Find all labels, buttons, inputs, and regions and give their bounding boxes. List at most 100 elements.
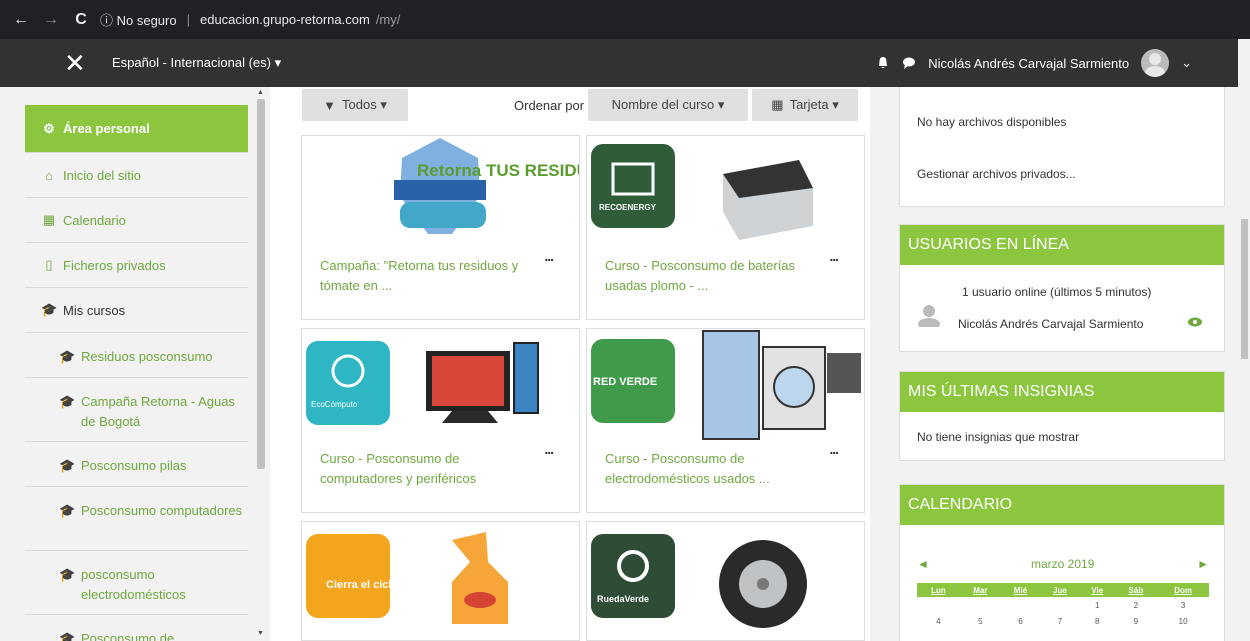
svg-text:RuedaVerde: RuedaVerde — [597, 594, 649, 604]
nav-item-calendario[interactable]: ▦ Calendario — [25, 198, 248, 243]
address-bar[interactable]: ⓘ No seguro | educacion.grupo-retorna.co… — [100, 10, 400, 29]
nav-item-label: Posconsumo de — [81, 631, 175, 641]
calendar-day[interactable] — [1040, 597, 1080, 613]
course-overview: ▼ Todos ▾ Ordenar por Nombre del curso ▾… — [270, 87, 870, 641]
course-card[interactable]: RuedaVerde ... — [586, 521, 865, 641]
weekday-header: Mié — [1001, 583, 1040, 597]
manage-files-link[interactable]: Gestionar archivos privados... — [900, 167, 1076, 181]
badges-block: MIS ÚLTIMAS INSIGNIAS No tiene insignias… — [899, 371, 1225, 461]
prev-month-icon[interactable]: ◄ — [917, 557, 929, 571]
sort-button[interactable]: Nombre del curso ▾ — [588, 89, 748, 121]
calendar-day[interactable]: 4 — [917, 613, 960, 629]
svg-text:EcoCómputo: EcoCómputo — [311, 400, 358, 409]
bell-icon[interactable] — [876, 56, 890, 70]
nav-item-label: Calendario — [63, 212, 126, 228]
graduation-cap-icon: 🎓 — [59, 503, 76, 518]
chevron-down-icon[interactable]: ⌄ — [1181, 55, 1192, 71]
nav-course-electrodomesticos[interactable]: 🎓 posconsumo electrodomésticos — [25, 551, 248, 615]
view-button[interactable]: ▦ Tarjeta ▾ — [752, 89, 858, 121]
chat-icon[interactable] — [902, 56, 916, 70]
next-month-icon[interactable]: ► — [1197, 557, 1209, 571]
graduation-cap-icon: 🎓 — [59, 458, 76, 473]
private-files-block: No hay archivos disponibles Gestionar ar… — [899, 87, 1225, 207]
calendar-day[interactable]: 9 — [1115, 613, 1158, 629]
nav-course-campana[interactable]: 🎓 Campaña Retorna - Aguas de Bogotá — [25, 378, 248, 442]
security-label[interactable]: ⓘ No seguro — [100, 10, 177, 29]
course-image: RECOENERGY — [591, 144, 813, 240]
page-scrollbar[interactable] — [1238, 39, 1250, 641]
svg-text:Cierra el ciclo: Cierra el ciclo — [326, 579, 398, 591]
avatar[interactable] — [1141, 49, 1170, 77]
course-menu-button[interactable]: ... — [544, 248, 554, 264]
nav-item-label: Posconsumo pilas — [81, 458, 187, 473]
no-badges-text: No tiene insignias que mostrar — [917, 430, 1080, 444]
sort-label: Ordenar por — [514, 97, 585, 113]
course-menu-button[interactable]: ... — [544, 634, 554, 640]
weekday-header: Dom — [1157, 583, 1209, 597]
nav-item-label: Campaña Retorna - Aguas de Bogotá — [81, 394, 235, 429]
course-card[interactable]: Retorna TUS RESIDUOS ... Campaña: "Retor… — [301, 135, 580, 320]
forward-icon[interactable]: → — [40, 11, 62, 29]
sidebar-scrollbar[interactable]: ▲ ▼ — [255, 87, 267, 641]
nav-course-pilas[interactable]: 🎓 Posconsumo pilas — [25, 442, 248, 487]
course-image: RED VERDE — [591, 330, 861, 440]
filter-all-button[interactable]: ▼ Todos ▾ — [302, 89, 408, 121]
calendar-day[interactable]: 7 — [1040, 613, 1080, 629]
online-count-text: 1 usuario online (últimos 5 minutos) — [962, 285, 1152, 299]
course-title[interactable]: Campaña: "Retorna tus residuos y tómate … — [320, 256, 535, 296]
calendar-day[interactable]: 2 — [1115, 597, 1158, 613]
language-menu[interactable]: Español - Internacional (es) ▾ — [112, 55, 281, 71]
svg-text:RED VERDE: RED VERDE — [593, 376, 657, 388]
nav-item-inicio[interactable]: ⌂ Inicio del sitio — [25, 153, 248, 198]
course-title[interactable]: Curso - Posconsumo de electrodomésticos … — [605, 449, 820, 489]
scroll-up-icon[interactable]: ▲ — [257, 89, 264, 96]
close-drawer-icon[interactable]: ✕ — [64, 48, 86, 79]
nav-item-ficheros[interactable]: ▯ Ficheros privados — [25, 243, 248, 288]
svg-text:RECOENERGY: RECOENERGY — [599, 203, 657, 212]
grid-icon: ▦ — [771, 97, 784, 112]
weekday-header: Sáb — [1114, 583, 1158, 597]
scroll-down-icon[interactable]: ▼ — [257, 630, 264, 637]
eye-icon[interactable] — [1188, 317, 1202, 327]
calendar-block: CALENDARIO ◄ marzo 2019 ► Lun Mar Mié Ju… — [899, 484, 1225, 641]
nav-item-area-personal[interactable]: ⚙ Área personal — [25, 105, 248, 153]
back-icon[interactable]: ← — [10, 11, 32, 29]
nav-item-label: Residuos posconsumo — [81, 349, 213, 364]
calendar-day[interactable]: 6 — [1001, 613, 1040, 629]
course-menu-button[interactable]: ... — [544, 441, 554, 457]
reload-icon[interactable]: C — [70, 11, 92, 29]
user-name[interactable]: Nicolás Andrés Carvajal Sarmiento — [928, 56, 1129, 71]
dashboard-icon: ⚙ — [43, 120, 55, 136]
course-image: Retorna TUS RESIDUOS — [394, 138, 579, 234]
calendar-day[interactable]: 8 — [1080, 613, 1115, 629]
nav-course-residuos[interactable]: 🎓 Residuos posconsumo — [25, 333, 248, 378]
course-card[interactable]: RED VERDE ... Curso - Posconsumo de elec… — [586, 328, 865, 513]
nav-item-mis-cursos[interactable]: 🎓 Mis cursos — [25, 288, 248, 333]
nav-item-label: Mis cursos — [63, 302, 126, 318]
month-label: marzo 2019 — [1031, 557, 1095, 571]
calendar-day[interactable] — [960, 597, 1001, 613]
calendar-day[interactable]: 5 — [960, 613, 1001, 629]
weekday-header: Vie — [1080, 583, 1115, 597]
course-title[interactable]: Curso - Posconsumo de baterías usadas pl… — [605, 256, 820, 296]
nav-course-computadores[interactable]: 🎓 Posconsumo computadores — [25, 487, 248, 551]
calendar-day[interactable]: 3 — [1157, 597, 1209, 613]
calendar-day[interactable]: 10 — [1157, 613, 1209, 629]
course-card[interactable]: Cierra el ciclo ... — [301, 521, 580, 641]
calendar-day[interactable]: 1 — [1080, 597, 1115, 613]
course-card[interactable]: EcoCómputo ... Curso - Posconsumo de com… — [301, 328, 580, 513]
browser-toolbar: ← → C ⓘ No seguro | educacion.grupo-reto… — [0, 0, 1250, 641]
online-user-link[interactable]: Nicolás Andrés Carvajal Sarmiento — [941, 317, 1143, 331]
course-menu-button[interactable]: ... — [829, 634, 839, 640]
graduation-cap-icon: 🎓 — [59, 349, 76, 364]
course-title[interactable]: Curso - Posconsumo de computadores y per… — [320, 449, 535, 489]
nav-course-partial[interactable]: 🎓 Posconsumo de — [25, 615, 248, 641]
weekday-header: Mar — [959, 583, 1002, 597]
scrollbar-thumb[interactable] — [257, 99, 265, 469]
course-card[interactable]: RECOENERGY ... Curso - Posconsumo de bat… — [586, 135, 865, 320]
course-menu-button[interactable]: ... — [829, 441, 839, 457]
scrollbar-thumb[interactable] — [1241, 219, 1248, 359]
course-menu-button[interactable]: ... — [829, 248, 839, 264]
calendar-day[interactable] — [1001, 597, 1040, 613]
calendar-day[interactable] — [917, 597, 960, 613]
